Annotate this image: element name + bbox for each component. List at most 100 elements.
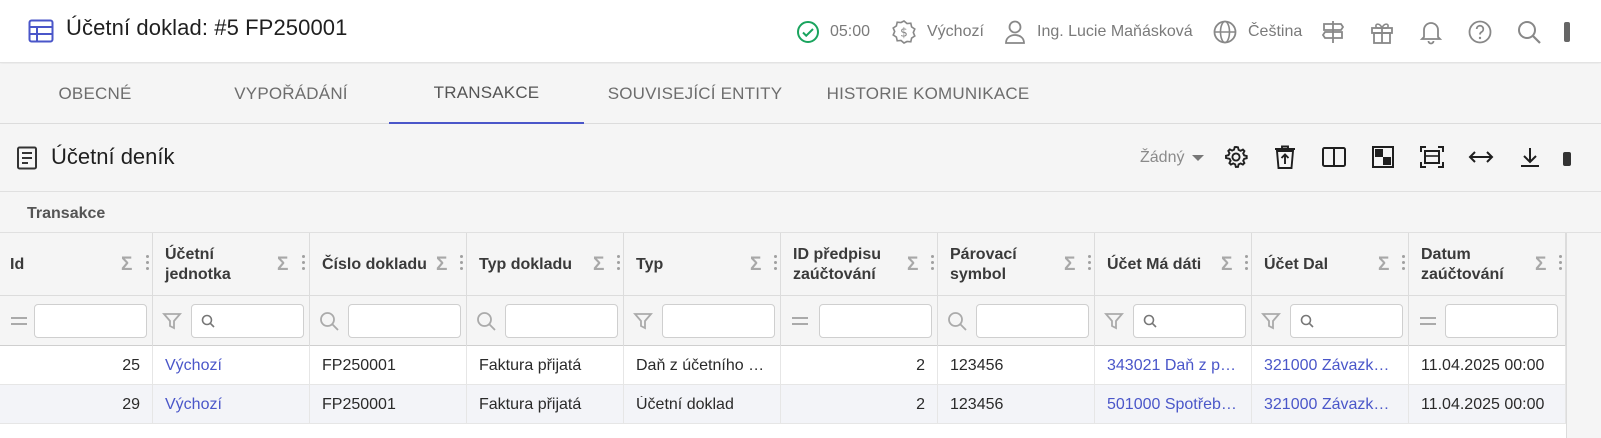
cell-datum-zauctovani: 11.04.2025 00:00 <box>1409 346 1566 385</box>
settings-button[interactable] <box>1221 144 1251 174</box>
col-header-ucet-dal[interactable]: Účet Dal Σ <box>1252 233 1409 296</box>
search-icon[interactable] <box>946 310 968 332</box>
filter-cell-datum-zauctovani <box>1409 296 1566 346</box>
sum-icon[interactable]: Σ <box>593 254 604 276</box>
col-header-datum-zauctovani[interactable]: Datum zaúčtování Σ <box>1409 233 1566 296</box>
cell-text: 123456 <box>950 395 1004 413</box>
cell-id-predpisu: 2 <box>781 346 938 385</box>
col-header-typ[interactable]: Typ Σ <box>624 233 781 296</box>
filter-input-parovaci-symbol[interactable] <box>976 304 1089 338</box>
signpost-button[interactable] <box>1320 0 1346 63</box>
column-menu-icon[interactable] <box>302 255 306 273</box>
expand-width-button[interactable] <box>1466 144 1496 174</box>
filter-cell-ucet-dal <box>1252 296 1409 346</box>
trash-upload-icon <box>1273 144 1297 175</box>
sum-icon[interactable]: Σ <box>121 254 132 276</box>
sum-icon[interactable]: Σ <box>436 254 447 276</box>
tab-obecne[interactable]: OBECNÉ <box>0 64 190 124</box>
funnel-icon[interactable] <box>632 310 654 332</box>
table-row[interactable]: 29 Výchozí FP250001 Faktura přijatá Účet… <box>0 385 1601 424</box>
gear-icon <box>1223 144 1249 175</box>
split-view-button[interactable] <box>1319 144 1349 174</box>
equals-icon[interactable] <box>1417 310 1439 332</box>
sum-icon[interactable]: Σ <box>1064 254 1075 276</box>
cell-ucet-dal-link[interactable]: 321000 Závazky z obchodních vztahů <box>1252 385 1409 424</box>
session-timer[interactable]: 05:00 <box>796 0 870 63</box>
notifications-button[interactable] <box>1418 0 1444 63</box>
language-selector[interactable]: Čeština <box>1212 0 1302 63</box>
cell-typ-dokladu: Faktura přijatá <box>467 385 624 424</box>
filter-input-typ[interactable] <box>662 304 775 338</box>
user-name: Ing. Lucie Maňásková <box>1037 22 1193 40</box>
table-row[interactable]: 25 Výchozí FP250001 Faktura přijatá Daň … <box>0 346 1601 385</box>
cell-text: Výchozí <box>165 395 222 413</box>
column-menu-icon[interactable] <box>146 255 150 273</box>
checkerboard-icon <box>1371 145 1395 174</box>
funnel-icon[interactable] <box>161 310 183 332</box>
column-menu-icon[interactable] <box>774 255 778 273</box>
col-header-id[interactable]: Id Σ <box>0 233 153 296</box>
equals-icon[interactable] <box>789 310 811 332</box>
tab-souvisejici-entity[interactable]: SOUVISEJÍCÍ ENTITY <box>600 64 790 124</box>
cell-ucetni-jednotka-link[interactable]: Výchozí <box>153 385 310 424</box>
sum-icon[interactable]: Σ <box>277 254 288 276</box>
journal-section-header: Účetní deník Žádný <box>0 124 1601 192</box>
col-header-id-predpisu[interactable]: ID předpisu zaúčtování Σ <box>781 233 938 296</box>
funnel-icon[interactable] <box>1260 310 1282 332</box>
sum-icon[interactable]: Σ <box>1221 254 1232 276</box>
search-icon[interactable] <box>318 310 340 332</box>
cell-text: Výchozí <box>165 356 222 374</box>
sum-icon[interactable]: Σ <box>1378 254 1389 276</box>
search-button[interactable] <box>1516 0 1542 63</box>
currency-selector[interactable]: $ Výchozí <box>891 0 984 63</box>
cell-text: 29 <box>122 395 140 413</box>
svg-text:$: $ <box>900 25 908 39</box>
gift-button[interactable] <box>1369 0 1395 63</box>
cell-ucet-ma-dati-link[interactable]: 343021 Daň z přidané hodnoty <box>1095 346 1252 385</box>
user-menu[interactable]: Ing. Lucie Maňásková <box>1003 0 1193 63</box>
col-header-ucet-ma-dati[interactable]: Účet Má dáti Σ <box>1095 233 1252 296</box>
equals-icon[interactable] <box>8 310 30 332</box>
overflow-edge-icon[interactable] <box>1564 22 1570 42</box>
filter-input-datum-zauctovani[interactable] <box>1445 304 1558 338</box>
filter-input-typ-dokladu[interactable] <box>505 304 618 338</box>
help-button[interactable] <box>1467 0 1493 63</box>
filter-input-cislo-dokladu[interactable] <box>348 304 461 338</box>
col-header-cislo-dokladu[interactable]: Číslo dokladu Σ <box>310 233 467 296</box>
cell-ucetni-jednotka-link[interactable]: Výchozí <box>153 346 310 385</box>
search-icon[interactable] <box>475 310 497 332</box>
arrows-horizontal-icon <box>1467 147 1495 172</box>
delete-upload-button[interactable] <box>1270 144 1300 174</box>
column-menu-icon[interactable] <box>1088 255 1092 273</box>
sum-icon[interactable]: Σ <box>1535 254 1546 276</box>
tab-historie-komunikace[interactable]: HISTORIE KOMUNIKACE <box>818 64 1038 124</box>
column-menu-icon[interactable] <box>460 255 464 273</box>
column-label: Účetní jednotka <box>165 245 231 283</box>
download-button[interactable] <box>1515 144 1545 174</box>
sum-icon[interactable]: Σ <box>750 254 761 276</box>
col-header-parovaci-symbol[interactable]: Párovací symbol Σ <box>938 233 1095 296</box>
tab-transakce[interactable]: TRANSAKCE <box>389 64 584 124</box>
pattern-button[interactable] <box>1368 144 1398 174</box>
funnel-icon[interactable] <box>1103 310 1125 332</box>
column-menu-icon[interactable] <box>617 255 621 273</box>
cell-text: Daň z účetního dokladu <box>636 356 768 374</box>
view-select[interactable]: Žádný <box>1140 149 1205 167</box>
col-header-ucetni-jednotka[interactable]: Účetní jednotka Σ <box>153 233 310 296</box>
sum-icon[interactable]: Σ <box>907 254 918 276</box>
tab-vyporadani[interactable]: VYPOŘÁDÁNÍ <box>195 64 387 124</box>
filter-input-id-predpisu[interactable] <box>819 304 932 338</box>
fit-screen-button[interactable] <box>1417 144 1447 174</box>
overflow-toolbar-icon[interactable] <box>1563 152 1571 166</box>
filter-input-id[interactable] <box>34 304 147 338</box>
cell-ucet-ma-dati-link[interactable]: 501000 Spotřeba materiálu <box>1095 385 1252 424</box>
cell-text: 11.04.2025 00:00 <box>1421 395 1545 413</box>
search-icon <box>1143 314 1157 333</box>
column-menu-icon[interactable] <box>1402 255 1406 273</box>
column-menu-icon[interactable] <box>1559 255 1563 273</box>
col-header-typ-dokladu[interactable]: Typ dokladu Σ <box>467 233 624 296</box>
cell-ucet-dal-link[interactable]: 321000 Závazky z obchodních vztahů <box>1252 346 1409 385</box>
column-menu-icon[interactable] <box>931 255 935 273</box>
currency-label: Výchozí <box>927 22 984 40</box>
column-menu-icon[interactable] <box>1245 255 1249 273</box>
